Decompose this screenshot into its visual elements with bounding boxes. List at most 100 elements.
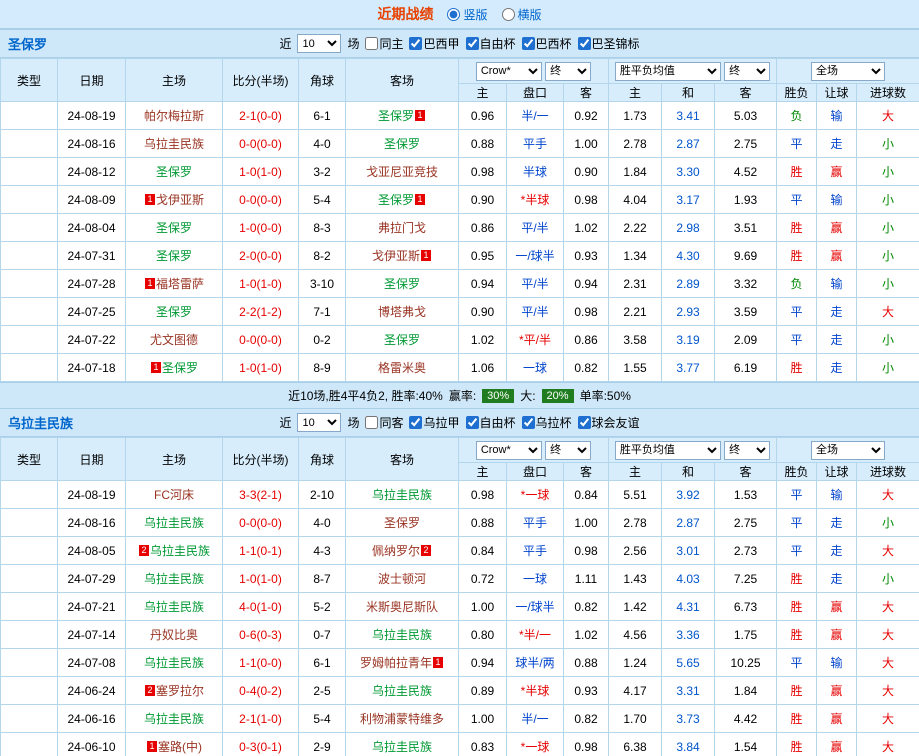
league-checkbox[interactable] — [409, 416, 422, 429]
bookmaker-select[interactable]: Crow* — [476, 441, 542, 460]
away-team-link[interactable]: 圣保罗 — [384, 277, 420, 291]
league-checkbox[interactable] — [578, 37, 591, 50]
away-team-cell: 波士顿河 — [346, 565, 459, 593]
handicap-cell: *半球 — [507, 677, 564, 705]
league-checkbox[interactable] — [466, 416, 479, 429]
away-team-link[interactable]: 罗姆帕拉青年 — [360, 656, 432, 670]
match-count-select[interactable]: 10 — [297, 34, 341, 53]
home-team-link[interactable]: 乌拉圭民族 — [144, 516, 204, 530]
away-team-link[interactable]: 博塔弗戈 — [378, 305, 426, 319]
away-team-link[interactable]: 圣保罗 — [384, 137, 420, 151]
league-checkbox[interactable] — [578, 416, 591, 429]
away-team-link[interactable]: 格雷米奥 — [378, 361, 426, 375]
filter-league-4[interactable]: 巴圣锦标 — [578, 35, 640, 52]
home-team-link[interactable]: 帕尔梅拉斯 — [144, 109, 204, 123]
europe-final-select[interactable]: 终 — [724, 441, 770, 460]
layout-option-vertical[interactable]: 竖版 — [447, 6, 487, 23]
league-checkbox[interactable] — [409, 37, 422, 50]
home-team-link[interactable]: 塞罗拉尔 — [156, 684, 204, 698]
away-team-link[interactable]: 佩纳罗尔 — [372, 544, 420, 558]
league-checkbox[interactable] — [466, 37, 479, 50]
scope-select[interactable]: 全场 — [811, 441, 885, 460]
away-team-link[interactable]: 波士顿河 — [378, 572, 426, 586]
europe-final-select[interactable]: 终 — [724, 62, 770, 81]
asia-home-odds-cell: 0.83 — [459, 733, 507, 756]
home-team-link[interactable]: 乌拉圭民族 — [150, 544, 210, 558]
filter-league-4[interactable]: 球会友谊 — [578, 414, 640, 431]
home-team-link[interactable]: 福塔雷萨 — [156, 277, 204, 291]
home-team-link[interactable]: 圣保罗 — [156, 221, 192, 235]
home-team-link[interactable]: 丹奴比奥 — [150, 628, 198, 642]
asia-final-select[interactable]: 终 — [545, 441, 591, 460]
horizontal-layout-radio[interactable] — [502, 8, 515, 21]
away-team-link[interactable]: 乌拉圭民族 — [372, 684, 432, 698]
filter-bar: 近 10 场 同客 乌拉甲 自由杯 — [279, 413, 639, 432]
home-team-link[interactable]: 圣保罗 — [156, 165, 192, 179]
eu-home-odds-cell: 1.55 — [609, 354, 662, 382]
asia-away-odds-cell: 0.94 — [564, 270, 609, 298]
home-team-link[interactable]: 圣保罗 — [156, 249, 192, 263]
eu-draw-odds-cell: 2.87 — [662, 130, 715, 158]
home-team-link[interactable]: 乌拉圭民族 — [144, 712, 204, 726]
asia-away-odds-cell: 0.92 — [564, 102, 609, 130]
home-team-cell: 圣保罗 — [126, 158, 223, 186]
home-team-link[interactable]: 圣保罗 — [156, 305, 192, 319]
filter-league-1[interactable]: 巴西甲 — [409, 35, 459, 52]
home-team-link[interactable]: 戈伊亚斯 — [156, 193, 204, 207]
filter-same-venue[interactable]: 同客 — [365, 414, 403, 431]
away-team-link[interactable]: 圣保罗 — [384, 516, 420, 530]
bookmaker-select[interactable]: Crow* — [476, 62, 542, 81]
asia-final-select[interactable]: 终 — [545, 62, 591, 81]
europe-odds-header: 胜平负均值 终 — [609, 59, 777, 84]
away-team-link[interactable]: 乌拉圭民族 — [372, 488, 432, 502]
home-team-link[interactable]: 乌拉圭民族 — [144, 600, 204, 614]
big-rate-badge: 20% — [542, 389, 574, 403]
filter-league-1[interactable]: 乌拉甲 — [409, 414, 459, 431]
handicap-cell: 平/半 — [507, 214, 564, 242]
home-team-link[interactable]: 乌拉圭民族 — [144, 137, 204, 151]
goals-cell: 大 — [857, 593, 919, 621]
vertical-layout-radio[interactable] — [447, 8, 460, 21]
europe-odds-select[interactable]: 胜平负均值 — [615, 62, 721, 81]
away-team-link[interactable]: 乌拉圭民族 — [372, 628, 432, 642]
handicap-cell: 一球 — [507, 565, 564, 593]
home-team-link[interactable]: 尤文图德 — [150, 333, 198, 347]
filter-league-2[interactable]: 自由杯 — [466, 35, 516, 52]
same-venue-checkbox[interactable] — [365, 416, 378, 429]
eu-home-odds-cell: 6.38 — [609, 733, 662, 756]
home-team-link[interactable]: 塞路(中) — [158, 740, 202, 754]
league-cell: 自由杯 — [1, 509, 58, 537]
scope-select[interactable]: 全场 — [811, 62, 885, 81]
away-team-link[interactable]: 圣保罗 — [378, 193, 414, 207]
sub-header-asia-home: 主 — [459, 84, 507, 102]
filter-league-3[interactable]: 巴西杯 — [522, 35, 572, 52]
score-cell: 2-2(1-2) — [223, 298, 299, 326]
home-team-link[interactable]: 圣保罗 — [162, 361, 198, 375]
handicap-result-cell: 走 — [817, 537, 857, 565]
away-team-link[interactable]: 乌拉圭民族 — [372, 740, 432, 754]
goals-cell: 大 — [857, 298, 919, 326]
match-count-select[interactable]: 10 — [297, 413, 341, 432]
home-team-link[interactable]: 乌拉圭民族 — [144, 572, 204, 586]
filter-same-venue[interactable]: 同主 — [365, 35, 403, 52]
league-checkbox[interactable] — [522, 416, 535, 429]
away-team-link[interactable]: 米斯奥尼斯队 — [366, 600, 438, 614]
home-team-link[interactable]: FC河床 — [154, 488, 194, 502]
filter-league-2[interactable]: 自由杯 — [466, 414, 516, 431]
away-team-link[interactable]: 弗拉门戈 — [378, 221, 426, 235]
league-checkbox[interactable] — [522, 37, 535, 50]
away-team-link[interactable]: 戈伊亚斯 — [372, 249, 420, 263]
same-venue-checkbox[interactable] — [365, 37, 378, 50]
layout-option-horizontal[interactable]: 横版 — [502, 6, 542, 23]
away-team-link[interactable]: 戈亚尼亚竞技 — [366, 165, 438, 179]
filter-league-3[interactable]: 乌拉杯 — [522, 414, 572, 431]
away-team-link[interactable]: 圣保罗 — [378, 109, 414, 123]
europe-odds-select[interactable]: 胜平负均值 — [615, 441, 721, 460]
eu-draw-odds-cell: 3.19 — [662, 326, 715, 354]
home-team-cell: 乌拉圭民族 — [126, 705, 223, 733]
sub-header-handicap: 盘口 — [507, 84, 564, 102]
away-team-link[interactable]: 利物浦蒙特维多 — [360, 712, 444, 726]
home-team-link[interactable]: 乌拉圭民族 — [144, 656, 204, 670]
goals-cell: 小 — [857, 326, 919, 354]
away-team-link[interactable]: 圣保罗 — [384, 333, 420, 347]
